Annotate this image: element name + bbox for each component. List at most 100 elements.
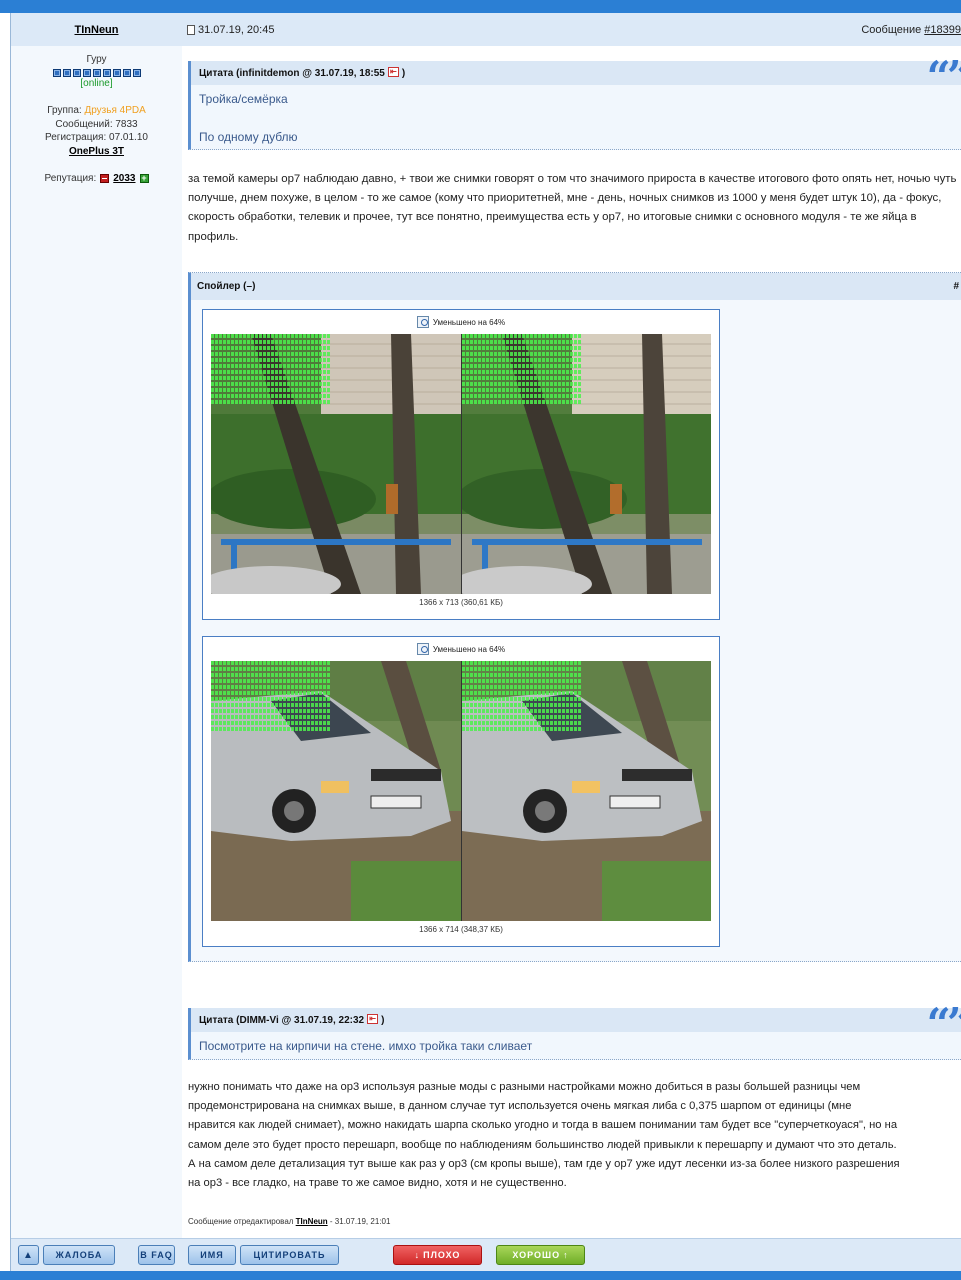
edited-prefix: Сообщение отредактировал <box>188 1217 294 1226</box>
bad-button[interactable]: ↓ ПЛОХО <box>393 1245 482 1265</box>
rank-box-icon <box>82 68 91 77</box>
image-attachment[interactable]: Уменьшено на 64% <box>202 636 720 947</box>
arrow-up-icon: ▲ <box>23 1249 34 1261</box>
paragraph-line: нравится как людей снимает), можно накид… <box>188 1119 898 1132</box>
quote-header: Цитата (infinitdemon @ 31.07.19, 18:55 ⇤… <box>191 61 961 85</box>
user-info-panel: TInNeun Гуру [online] Группа: Друзья 4PD… <box>11 13 182 1238</box>
paragraph-line: нужно понимать что даже на op3 используя… <box>188 1081 861 1093</box>
rank-box-icon <box>132 68 141 77</box>
image-reduced-label: Уменьшено на 64% <box>432 644 506 654</box>
bad-label: ПЛОХО <box>423 1250 461 1260</box>
paragraph-line: А на самом деле детализация тут выше как… <box>188 1157 900 1170</box>
photo-left <box>211 661 461 921</box>
paragraph-line: самом деле это будет просто перешарп, во… <box>188 1138 897 1151</box>
complaint-button[interactable]: ЖАЛОБА <box>43 1245 115 1265</box>
left-border <box>0 13 11 1271</box>
post-paragraph: за темой камеры op7 наблюдаю давно, + тв… <box>188 173 957 243</box>
quote-block-1: Цитата (infinitdemon @ 31.07.19, 18:55 ⇤… <box>188 56 961 150</box>
user-details: Гуру [online] Группа: Друзья 4PDA Сообще… <box>11 46 182 186</box>
post-date: 31.07.19, 20:45 <box>187 24 274 36</box>
post-number: Сообщение #18399 <box>861 24 961 36</box>
paragraph-line: продемонстрирована на снимках выше, в да… <box>188 1100 852 1113</box>
quote-paren: ) <box>381 1015 385 1026</box>
quote-author: Цитата (DIMM-Vi @ 31.07.19, 22:32 <box>199 1015 365 1026</box>
online-status: [online] <box>80 77 113 89</box>
quote-mark-icon: “” <box>926 999 961 1048</box>
arrow-up-icon: ↑ <box>563 1250 569 1260</box>
post-date-text: 31.07.19, 20:45 <box>198 24 275 36</box>
rank-box-icon <box>62 68 71 77</box>
edited-note: Сообщение отредактировал TInNeun - 31.07… <box>188 1217 390 1226</box>
zoom-icon <box>416 316 429 328</box>
exif-overlay <box>211 334 331 406</box>
reputation-value[interactable]: 2033 <box>113 172 135 186</box>
post-number-label: Сообщение <box>861 24 922 36</box>
edited-user-link[interactable]: TInNeun <box>296 1217 328 1226</box>
group-value[interactable]: Друзья 4PDA <box>84 105 145 116</box>
exif-overlay <box>462 661 582 733</box>
photo-right <box>461 334 711 594</box>
name-button[interactable]: ИМЯ <box>188 1245 236 1265</box>
quote-author: Цитата (infinitdemon @ 31.07.19, 18:55 <box>199 68 385 79</box>
image-caption: Уменьшено на 64% <box>203 310 719 334</box>
rep-minus-icon[interactable] <box>100 174 110 184</box>
quote-mark-icon: “” <box>926 52 961 101</box>
image-reduced-label: Уменьшено на 64% <box>432 317 506 327</box>
rank-box-icon <box>92 68 101 77</box>
exif-overlay <box>462 334 582 406</box>
registration-date: Регистрация: 07.01.10 <box>45 132 148 143</box>
rank-box-icon <box>112 68 121 77</box>
image-dimensions: 1366 x 714 (348,37 КБ) <box>419 925 503 934</box>
group-label: Группа: <box>47 105 82 116</box>
rep-plus-icon[interactable] <box>139 172 149 186</box>
post-toolbar: ▲ ЖАЛОБА В FAQ ИМЯ ЦИТИРОВАТЬ ↓ ПЛОХО ХО… <box>11 1238 961 1271</box>
faq-button[interactable]: В FAQ <box>138 1245 175 1265</box>
image-attachment[interactable]: Уменьшено на 64% <box>202 309 720 620</box>
rank-box-icon <box>122 68 131 77</box>
document-icon <box>187 25 195 35</box>
rank-box-icon <box>72 68 81 77</box>
photo-car[interactable] <box>211 661 711 921</box>
post-header: 31.07.19, 20:45 Сообщение #18399 <box>182 13 961 46</box>
scroll-up-button[interactable]: ▲ <box>18 1245 39 1265</box>
good-label: ХОРОШО <box>512 1250 561 1260</box>
photo-trees[interactable] <box>211 334 711 594</box>
quote-line: По одному дублю <box>199 130 298 144</box>
quote-block-2: Цитата (DIMM-Vi @ 31.07.19, 22:32 ⇤ ) По… <box>188 1003 961 1060</box>
exif-overlay <box>211 661 331 733</box>
image-caption: Уменьшено на 64% <box>203 637 719 661</box>
quote-paren: ) <box>401 68 406 79</box>
paragraph-line: на op3 - все гладко, на траве то же само… <box>188 1177 567 1190</box>
image-dimensions: 1366 x 713 (360,61 КБ) <box>419 598 503 607</box>
photo-right <box>461 661 711 921</box>
spoiler-anchor[interactable]: # <box>953 281 959 292</box>
good-button[interactable]: ХОРОШО ↑ <box>496 1245 585 1265</box>
edited-date: - 31.07.19, 21:01 <box>329 1217 391 1226</box>
messages-count: Сообщений: 7833 <box>55 118 138 130</box>
username-link[interactable]: TInNeun <box>75 24 119 36</box>
spoiler-header[interactable]: Спойлер (–) # <box>191 273 961 300</box>
reputation-row: Репутация: 2033 <box>11 172 182 186</box>
rank-title: Гуру <box>86 54 107 65</box>
reputation-label: Репутация: <box>44 173 97 184</box>
go-to-quote-icon[interactable]: ⇤ <box>387 67 399 77</box>
rank-box-icon <box>52 68 61 77</box>
arrow-down-icon: ↓ <box>414 1250 421 1260</box>
quote-body: Посмотрите на кирпичи на стене. имхо тро… <box>191 1032 961 1054</box>
quote-header: Цитата (DIMM-Vi @ 31.07.19, 22:32 ⇤ ) <box>191 1008 961 1032</box>
quote-button[interactable]: ЦИТИРОВАТЬ <box>240 1245 339 1265</box>
quote-line: Посмотрите на кирпичи на стене. имхо тро… <box>199 1039 533 1053</box>
post-number-link[interactable]: #18399 <box>924 24 961 36</box>
top-bar <box>0 0 961 13</box>
quote-line: Тройка/семёрка <box>199 92 288 106</box>
go-to-quote-icon[interactable]: ⇤ <box>367 1014 379 1024</box>
rank-box-icon <box>102 68 111 77</box>
photo-left <box>211 334 461 594</box>
user-header: TInNeun <box>11 13 182 46</box>
zoom-icon <box>416 643 429 655</box>
device-link[interactable]: OnePlus 3T <box>11 145 182 159</box>
post-paragraph: нужно понимать что даже на op3 используя… <box>188 1078 961 1193</box>
spoiler-title[interactable]: Спойлер (–) <box>197 281 255 292</box>
group-row: Группа: Друзья 4PDA <box>11 104 182 118</box>
bottom-bar <box>0 1271 961 1280</box>
